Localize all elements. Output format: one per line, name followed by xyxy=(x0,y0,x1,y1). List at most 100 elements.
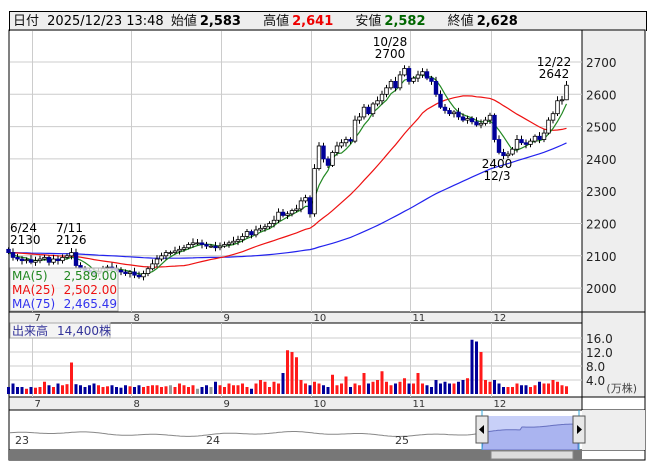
navigator-left-handle[interactable] xyxy=(475,415,489,444)
candle-body xyxy=(541,132,547,140)
candle-body xyxy=(429,77,434,82)
volume-bar xyxy=(515,383,519,394)
candle-body xyxy=(339,142,344,147)
volume-bar xyxy=(124,385,127,394)
volume-bar xyxy=(529,387,532,394)
volume-bar xyxy=(308,385,312,394)
volume-bar xyxy=(20,387,24,394)
volume-tick-label: 4.0 xyxy=(586,374,605,388)
volume-bar xyxy=(556,381,559,394)
volume-bar xyxy=(313,381,316,394)
candle-body xyxy=(289,210,295,215)
candle-body xyxy=(141,273,146,278)
volume-bar xyxy=(565,386,568,394)
price-tick-label: 2000 xyxy=(586,282,617,296)
annotation-date: 12/3 xyxy=(484,169,511,183)
candle-body xyxy=(325,158,331,166)
volume-bar xyxy=(547,383,550,394)
candle-body xyxy=(168,252,173,254)
volume-bar xyxy=(196,388,199,394)
volume-bar xyxy=(362,373,366,394)
volume-bar xyxy=(457,381,460,394)
candle-body xyxy=(352,119,358,142)
volume-bar xyxy=(443,381,447,394)
annotation-price: 2642 xyxy=(539,67,570,81)
candle-body xyxy=(514,139,520,150)
volume-bar xyxy=(524,385,528,394)
candle-body xyxy=(496,139,502,153)
candle-body xyxy=(24,259,29,262)
volume-bar xyxy=(160,387,163,394)
volume-bar xyxy=(25,388,28,394)
volume-tick-label: 8.0 xyxy=(586,360,605,374)
candle-body xyxy=(60,257,65,262)
volume-bar xyxy=(254,383,258,394)
candle-body xyxy=(348,139,353,142)
candle-body xyxy=(253,229,259,236)
candle-body xyxy=(334,145,340,153)
volume-bar xyxy=(538,381,541,394)
candle-body xyxy=(217,245,223,249)
candle-body xyxy=(37,258,43,262)
volume-bar xyxy=(493,380,496,394)
candle-body xyxy=(397,74,403,89)
month-label: 9 xyxy=(224,399,230,410)
volume-tick-label: 16.0 xyxy=(586,332,613,346)
candle-body xyxy=(294,208,299,211)
candle-body xyxy=(379,93,385,102)
candle-body xyxy=(528,140,533,145)
volume-bar xyxy=(56,383,60,394)
price-tick-label: 2700 xyxy=(586,56,617,70)
navigator-right-handle[interactable] xyxy=(572,415,586,444)
volume-bar xyxy=(232,385,235,394)
volume-bar xyxy=(61,385,64,394)
candle-body xyxy=(492,114,497,140)
volume-bar xyxy=(259,380,262,394)
candle-body xyxy=(222,244,227,247)
candle-body xyxy=(213,245,218,249)
candle-body xyxy=(307,197,313,215)
volume-value: 14,400株 xyxy=(57,323,111,338)
price-tick-label: 2600 xyxy=(586,88,617,102)
candle-body xyxy=(123,271,128,274)
candle-body xyxy=(550,113,556,121)
candle-body xyxy=(154,258,160,265)
volume-bar xyxy=(497,383,501,394)
candle-body xyxy=(312,168,317,215)
volume-bar xyxy=(421,383,424,394)
volume-bar xyxy=(250,388,253,394)
candle-body xyxy=(15,257,20,260)
candle-body xyxy=(190,242,196,245)
candle-body xyxy=(411,77,416,82)
candle-body xyxy=(208,245,214,248)
volume-bar xyxy=(335,385,339,394)
candle-body xyxy=(474,121,479,126)
candle-body xyxy=(366,106,371,115)
ma-legend: MA(5) 2,589.00 MA(25) 2,502.00 MA(75) 2,… xyxy=(9,267,119,312)
volume-bar xyxy=(214,381,217,394)
candle-body xyxy=(69,252,74,257)
volume-bar xyxy=(281,373,285,394)
candle-body xyxy=(357,116,362,121)
navigator-scroll-thumb[interactable] xyxy=(490,450,574,460)
volume-bar xyxy=(101,387,105,394)
candle-body xyxy=(321,145,326,160)
candle-body xyxy=(375,100,380,105)
candle-body xyxy=(424,71,430,79)
candle-body xyxy=(235,239,241,242)
candle-body xyxy=(456,111,461,118)
volume-bar xyxy=(506,387,510,394)
candle-body xyxy=(564,84,569,101)
candle-body xyxy=(64,255,70,258)
candle-body xyxy=(303,197,308,202)
candle-body xyxy=(406,68,412,82)
volume-bar xyxy=(358,385,361,394)
volume-bar xyxy=(191,385,195,394)
volume-bar xyxy=(349,387,352,394)
candle-body xyxy=(483,119,488,124)
volume-bar xyxy=(439,383,442,394)
ma75-label: MA(75) xyxy=(12,297,55,311)
volume-bar xyxy=(11,383,15,394)
volume-bar xyxy=(511,387,514,394)
candle-body xyxy=(276,211,281,221)
